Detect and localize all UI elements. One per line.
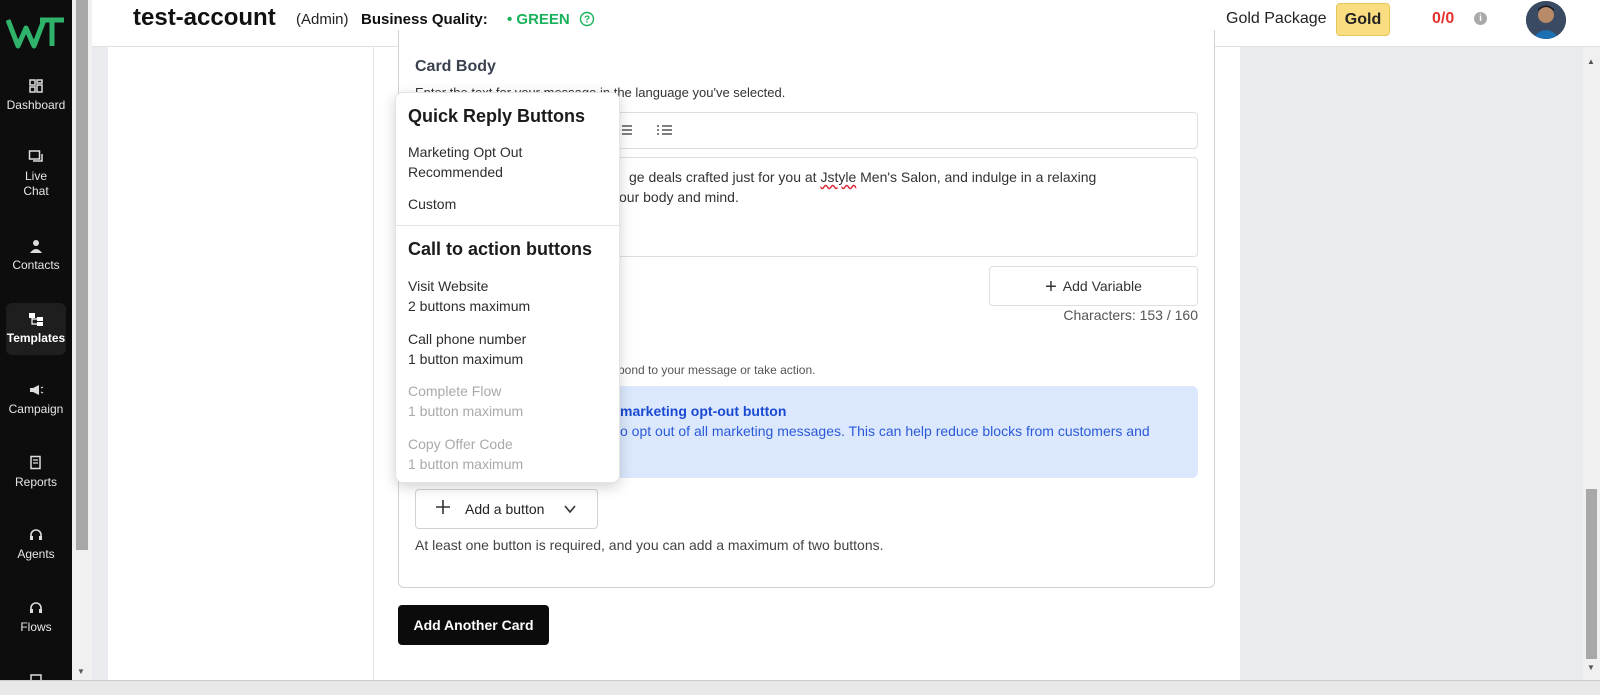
- scroll-down-arrow-icon[interactable]: ▼: [77, 667, 85, 676]
- package-badge: Gold: [1336, 3, 1390, 36]
- sidebar-item-label: Campaign: [8, 402, 64, 416]
- optout-info-title: marketing opt-out button: [620, 403, 787, 419]
- templates-icon: [29, 313, 43, 326]
- sidebar-item-label: Agents: [17, 547, 55, 561]
- menu-item-call-phone[interactable]: Call phone number 1 button maximum: [408, 329, 526, 369]
- cta-header: Call to action buttons: [408, 239, 592, 259]
- menu-item-custom[interactable]: Custom: [408, 194, 456, 214]
- sidebar-item-label: Dashboard: [6, 98, 66, 112]
- sidebar-item-reports[interactable]: Reports: [0, 455, 72, 490]
- character-count: Characters: 153 / 160: [1063, 307, 1198, 323]
- editor-line-1: ge deals crafted just for you at Jstyle …: [629, 169, 1097, 185]
- add-variable-button[interactable]: + Add Variable: [989, 266, 1198, 306]
- avatar-image: [1526, 1, 1566, 39]
- page-scrollbar[interactable]: ▲ ▼: [1583, 47, 1600, 680]
- bottom-bar: [0, 680, 1600, 695]
- plus-icon: [436, 500, 450, 514]
- sidebar-item-dashboard[interactable]: Dashboard: [0, 78, 72, 113]
- numbered-list-icon[interactable]: [656, 122, 674, 138]
- sidebar-item-label: Reports: [14, 475, 58, 489]
- sidebar-item-contacts[interactable]: Contacts: [0, 238, 72, 273]
- buttons-description: spond to your message or take action.: [612, 363, 816, 377]
- sidebar: Dashboard Live Chat Contacts Templates C…: [0, 0, 72, 695]
- chat-icon: [28, 150, 43, 162]
- sidebar-item-label: Templates: [6, 331, 66, 345]
- menu-item-complete-flow: Complete Flow 1 button maximum: [408, 383, 524, 419]
- dashboard-icon: [29, 79, 43, 93]
- megaphone-icon: [30, 385, 44, 395]
- sidebar-item-campaign[interactable]: Campaign: [0, 382, 72, 417]
- chevron-down-icon: [564, 505, 576, 514]
- add-another-card-button[interactable]: Add Another Card: [398, 605, 549, 645]
- brand-logo: [6, 17, 64, 49]
- button-requirement-text: At least one button is required, and you…: [415, 537, 884, 553]
- add-button-menu: Quick Reply Buttons Marketing Opt Out Re…: [395, 92, 621, 483]
- account-name: test-account: [133, 4, 276, 31]
- package-label: Gold Package: [1226, 10, 1327, 27]
- menu-item-marketing-opt-out[interactable]: Marketing Opt Out Recommended: [408, 142, 522, 182]
- scroll-up-arrow-icon[interactable]: ▲: [1587, 57, 1595, 66]
- info-icon[interactable]: i: [1474, 12, 1487, 25]
- plus-icon: +: [1045, 276, 1057, 298]
- user-icon: [30, 240, 42, 253]
- scrollbar-thumb[interactable]: [76, 0, 88, 550]
- sidebar-item-templates[interactable]: Templates: [0, 303, 72, 355]
- quick-reply-header: Quick Reply Buttons: [408, 106, 586, 126]
- sidebar-item-agents[interactable]: Agents: [0, 527, 72, 562]
- avatar[interactable]: [1526, 1, 1566, 39]
- menu-item-visit-website[interactable]: Visit Website 2 buttons maximum: [408, 276, 530, 316]
- menu-item-copy-offer-code: Copy Offer Code 1 button maximum: [408, 436, 524, 472]
- business-quality-label: Business Quality:: [361, 11, 488, 28]
- headset-icon: [30, 529, 42, 540]
- report-icon: [30, 455, 41, 470]
- account-role: (Admin): [296, 11, 349, 28]
- sidebar-item-live-chat[interactable]: Live Chat: [0, 149, 72, 199]
- business-quality-status: • GREEN: [507, 11, 570, 28]
- add-a-button-dropdown[interactable]: Add a button: [415, 489, 598, 529]
- flow-icon: [30, 602, 42, 613]
- help-icon[interactable]: ?: [579, 11, 595, 27]
- sidebar-scrollbar[interactable]: ▼: [72, 0, 92, 680]
- sidebar-item-label: Contacts: [12, 258, 60, 272]
- scroll-down-arrow-icon[interactable]: ▼: [1587, 663, 1595, 672]
- card-body-title: Card Body: [415, 58, 496, 75]
- formatting-toolbar: [615, 112, 1198, 149]
- preview-column: [1240, 47, 1541, 680]
- add-a-button-label: Add a button: [465, 501, 545, 517]
- editor-line-2: our body and mind.: [619, 189, 739, 205]
- svg-text:?: ?: [584, 15, 590, 26]
- menu-divider: [396, 225, 621, 226]
- sidebar-item-label: Live Chat: [23, 169, 49, 198]
- scrollbar-thumb[interactable]: [1586, 489, 1597, 659]
- optout-info-text: o opt out of all marketing messages. Thi…: [620, 423, 1150, 439]
- credits-count: 0/0: [1432, 10, 1455, 27]
- sidebar-item-flows[interactable]: Flows: [0, 600, 72, 635]
- sidebar-item-label: Flows: [20, 620, 52, 634]
